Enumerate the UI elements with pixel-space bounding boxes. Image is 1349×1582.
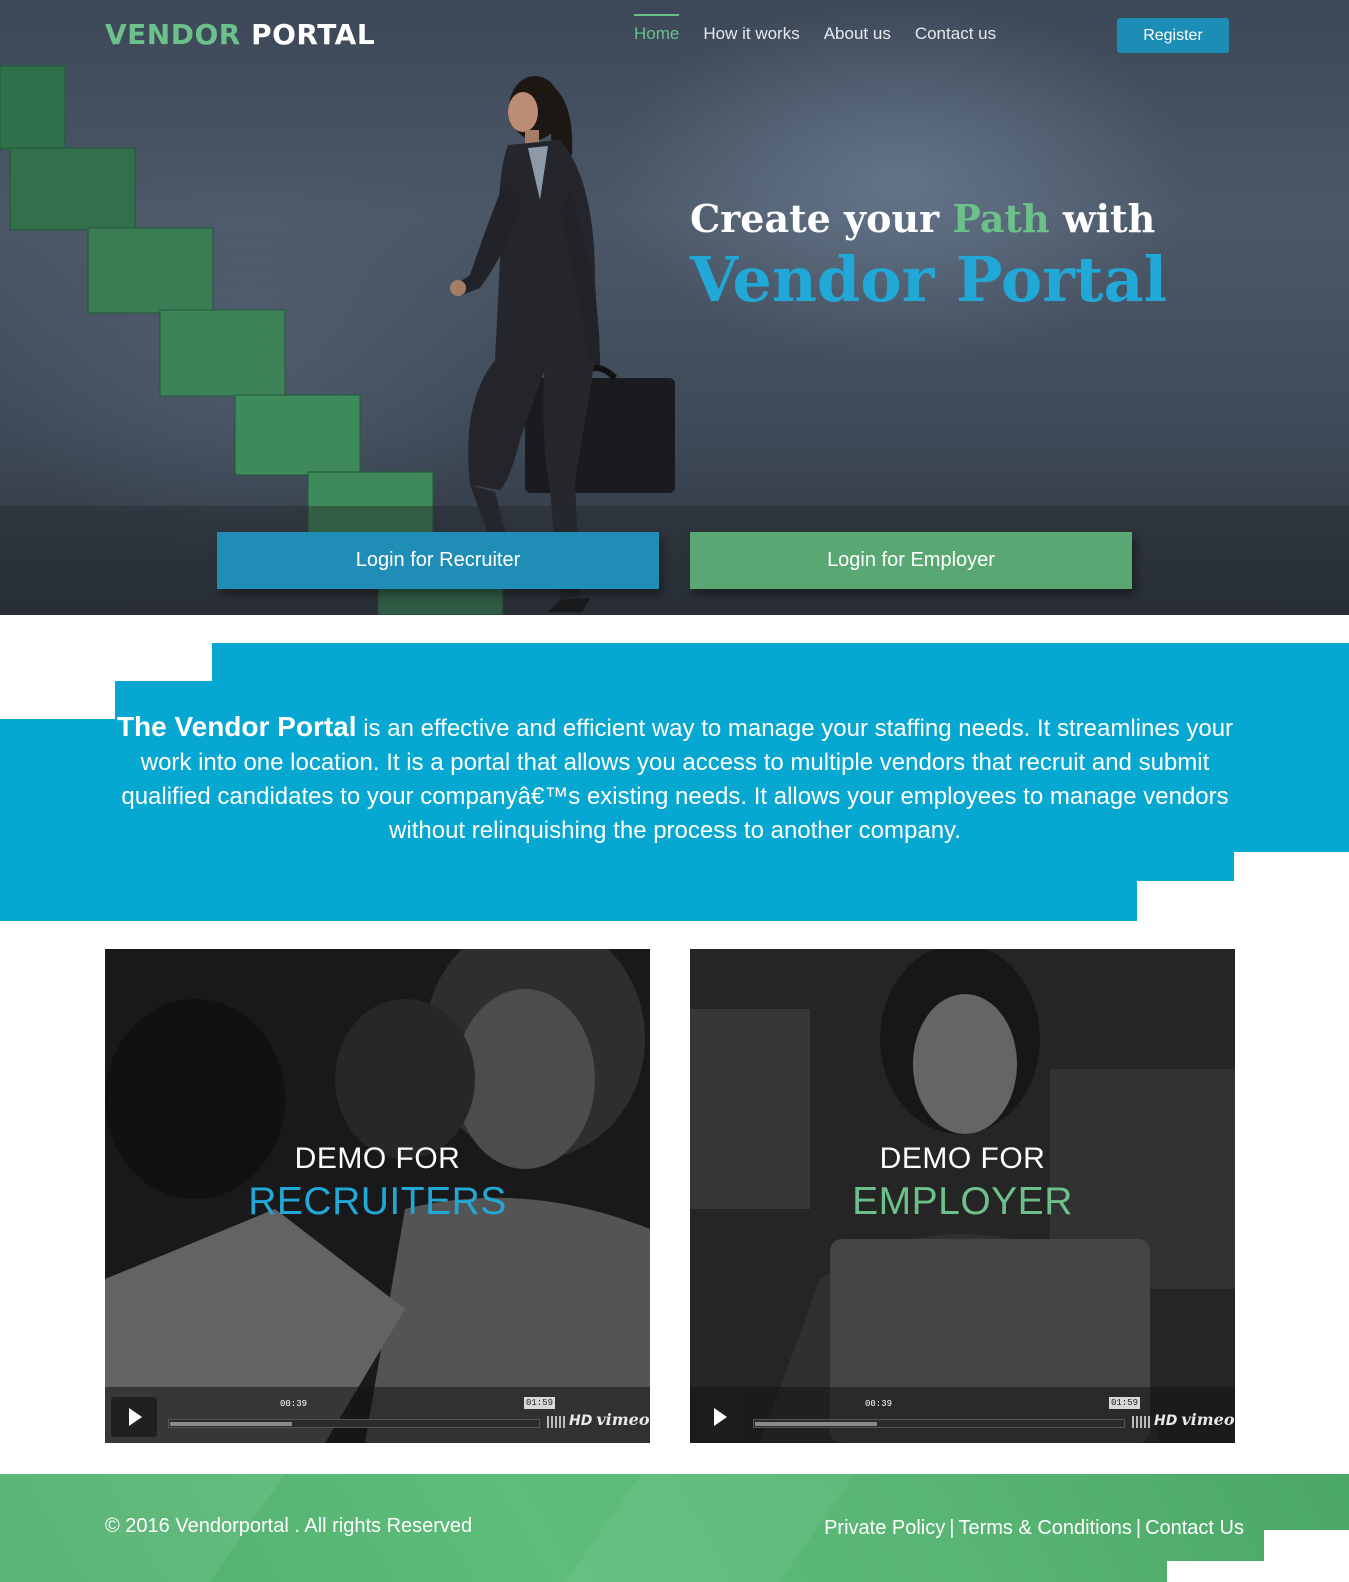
nav-item-home[interactable]: Home [622,14,691,54]
video-progress-fill [170,1422,293,1426]
video-player-controls: 00:39 01:59 HD vimeo [690,1387,1235,1443]
hero-headline-brand: Vendor Portal [690,243,1168,316]
footer-separator: | [1135,1517,1142,1539]
video-current-time: 00:39 [280,1399,308,1409]
vimeo-label: vimeo [596,1410,650,1429]
demo-employer-title: DEMO FOR EMPLOYER [690,1142,1235,1224]
about-brand-text: The Vendor Portal [116,711,357,742]
video-current-time: 00:39 [865,1399,893,1409]
logo-portal-text: PORTAL [251,18,376,51]
nav-item-how-it-works[interactable]: How it works [691,14,811,54]
demo-recruiters-title-line2: RECRUITERS [248,1180,507,1223]
logo[interactable]: VENDOR PORTAL [105,18,375,51]
vimeo-logo[interactable]: HD vimeo [569,1410,650,1429]
demo-employer-title-line1: DEMO FOR [879,1142,1046,1175]
headline-highlight-text: Path [952,196,1050,241]
nav-item-about-us[interactable]: About us [812,14,903,54]
login-recruiter-button[interactable]: Login for Recruiter [217,532,659,589]
footer-link-private-policy[interactable]: Private Policy [824,1517,945,1539]
video-progress-bar[interactable] [753,1419,1125,1428]
about-description: The Vendor Portal is an effective and ef… [100,710,1250,848]
login-employer-button[interactable]: Login for Employer [690,532,1132,589]
video-total-time: 01:59 [523,1397,555,1409]
hero-section: VENDOR PORTAL Home How it works About us… [0,0,1349,615]
headline-post-text: with [1049,196,1156,241]
headline-pre-text: Create your [690,196,953,241]
hd-label: HD [1154,1413,1178,1429]
play-icon[interactable] [696,1397,742,1437]
footer-separator: | [949,1517,955,1539]
footer-links: Private Policy | Terms & Conditions | Contac… [824,1517,1244,1540]
register-button[interactable]: Register [1117,18,1229,53]
main-nav: Home How it works About us Contact us [622,14,1008,54]
demo-recruiters-title-line1: DEMO FOR [294,1142,461,1175]
footer-corner-notch-step [1167,1561,1264,1582]
copyright-text: © 2016 Vendorportal . All rights Reserve… [105,1515,473,1537]
demo-recruiters-title: DEMO FOR RECRUITERS [105,1142,650,1224]
demo-recruiters-video[interactable]: DEMO FOR RECRUITERS 00:39 01:59 HD vimeo [105,949,650,1443]
video-total-time: 01:59 [1108,1397,1140,1409]
video-player-controls: 00:39 01:59 HD vimeo [105,1387,650,1443]
footer-link-terms[interactable]: Terms & Conditions [958,1517,1131,1539]
demo-employer-title-line2: EMPLOYER [852,1180,1073,1223]
vimeo-label: vimeo [1181,1410,1235,1429]
volume-icon[interactable] [547,1416,565,1428]
vimeo-logo[interactable]: HD vimeo [1154,1410,1235,1429]
hd-label: HD [569,1413,593,1429]
nav-item-contact-us[interactable]: Contact us [903,14,1008,54]
footer-link-contact-us[interactable]: Contact Us [1145,1517,1244,1539]
demo-employer-video[interactable]: DEMO FOR EMPLOYER 00:39 01:59 HD vimeo [690,949,1235,1443]
play-icon[interactable] [111,1397,157,1437]
hero-headline-line1: Create your Path with [690,196,1167,241]
login-strip [0,506,1349,615]
video-progress-fill [755,1422,878,1426]
volume-icon[interactable] [1132,1416,1150,1428]
logo-vendor-text: VENDOR [105,18,241,51]
video-progress-bar[interactable] [168,1419,540,1428]
footer-corner-notch [1264,1530,1349,1582]
hero-headline: Create your Path with Vendor Portal [690,196,1167,316]
